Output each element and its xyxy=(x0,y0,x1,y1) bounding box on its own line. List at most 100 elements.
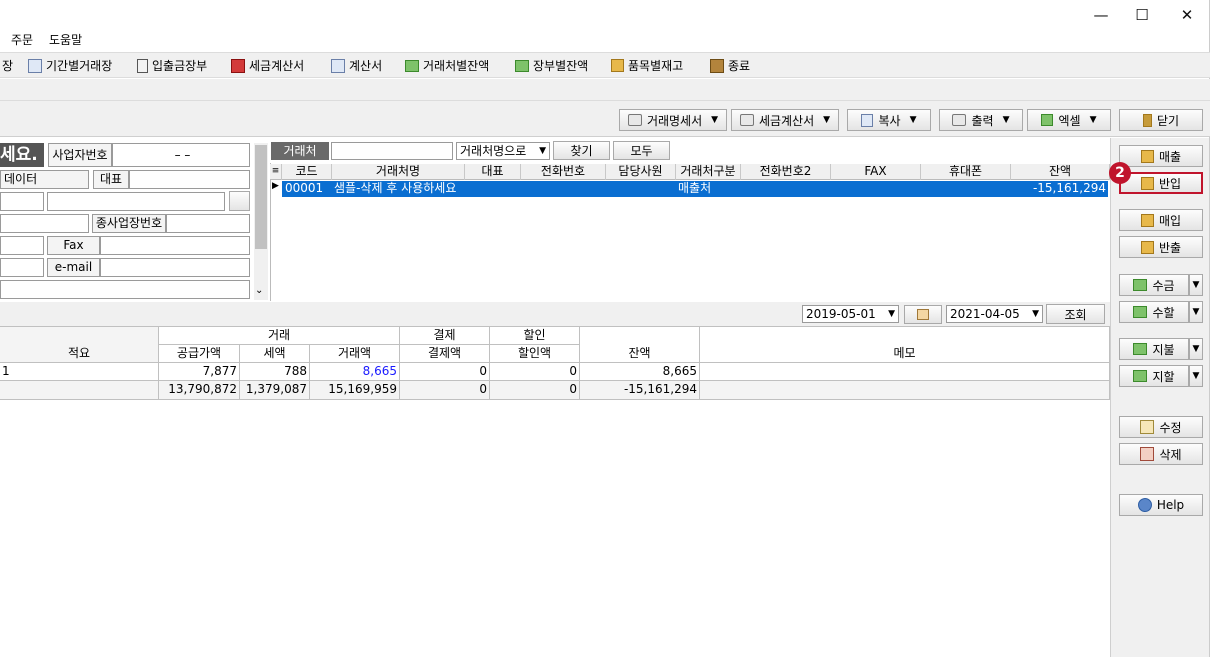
chevron-down-icon[interactable]: ▼ xyxy=(1189,274,1203,296)
menu-order[interactable]: 주문 xyxy=(11,31,33,48)
chevron-down-icon: ▼ xyxy=(1032,309,1039,319)
address-search-icon[interactable] xyxy=(229,191,250,211)
phone-field[interactable] xyxy=(0,236,44,255)
col-name[interactable]: 거래처명 xyxy=(332,164,465,180)
chevron-down-icon[interactable]: ▼ xyxy=(1189,365,1203,387)
address-field[interactable] xyxy=(47,192,225,211)
window-icon xyxy=(28,58,42,73)
date-from-select[interactable]: 2019-05-01 ▼ xyxy=(802,305,899,323)
toolbar-label: 품목별재고 xyxy=(628,59,684,73)
search-mode-select[interactable]: 거래처명으로 ▼ xyxy=(456,142,550,160)
total-balance: -15,161,294 xyxy=(580,381,700,400)
calendar-glyph-icon xyxy=(917,309,929,320)
grid-menu-icon[interactable]: ≡ xyxy=(270,164,282,180)
find-button[interactable]: 찾기 xyxy=(553,141,610,160)
col-fax[interactable]: FAX xyxy=(831,164,921,180)
client-search-input[interactable] xyxy=(331,142,453,160)
close-icon[interactable]: ✕ xyxy=(1164,0,1210,30)
fax-field[interactable] xyxy=(100,236,250,255)
date-to-value: 2021-04-05 xyxy=(950,307,1020,321)
col-phone[interactable]: 전화번호 xyxy=(521,164,606,180)
sub-field[interactable] xyxy=(0,214,89,233)
statement-button[interactable]: 거래명세서 ▼ xyxy=(619,109,727,131)
col-rep[interactable]: 대표 xyxy=(465,164,521,180)
rep-label: 대표 xyxy=(93,170,129,189)
chevron-down-icon[interactable]: ▼ xyxy=(1189,338,1203,360)
toolbar-strip xyxy=(0,79,1210,101)
tax-invoice-button[interactable]: 세금계산서 ▼ xyxy=(731,109,839,131)
col-type[interactable]: 거래처구분 xyxy=(676,164,741,180)
menu-help[interactable]: 도움말 xyxy=(49,31,82,48)
col-balance[interactable]: 잔액 xyxy=(1011,164,1110,180)
toolbar-label: 기간별거래장 xyxy=(46,59,113,73)
all-button[interactable]: 모두 xyxy=(613,141,670,160)
cell-memo[interactable] xyxy=(700,363,1110,381)
sales-button[interactable]: 매출 xyxy=(1119,145,1203,167)
toolbar-item-book-balance[interactable]: 장부별잔액 xyxy=(515,57,588,74)
rep-field[interactable] xyxy=(129,170,250,189)
zip-field[interactable] xyxy=(0,192,44,211)
col-staff[interactable]: 담당사원 xyxy=(606,164,676,180)
minimize-icon[interactable]: — xyxy=(1078,0,1124,30)
toolbar-item-ledger[interactable]: 장 xyxy=(2,57,13,74)
col-phone2[interactable]: 전화번호2 xyxy=(741,164,831,180)
toolbar-item-invoice[interactable]: 계산서 xyxy=(331,57,382,74)
button-label: 지불 xyxy=(1152,342,1175,357)
receive-discount-button[interactable]: 수할 xyxy=(1119,301,1189,323)
close-button[interactable]: 닫기 xyxy=(1119,109,1203,131)
step-badge: 2 xyxy=(1109,162,1131,184)
cell-discount[interactable]: 0 xyxy=(490,363,580,381)
toolbar-item-period-ledger[interactable]: 기간별거래장 xyxy=(28,57,112,74)
button-label: 삭제 xyxy=(1159,447,1182,462)
delete-button[interactable]: 삭제 xyxy=(1119,443,1203,465)
toolbar-item-tax-invoice[interactable]: 세금계산서 xyxy=(231,57,304,74)
toolbar-item-exit[interactable]: 종료 xyxy=(710,57,750,74)
chevron-down-icon[interactable]: ⌄ xyxy=(255,285,263,296)
purchase-return-button[interactable]: 반출 xyxy=(1119,236,1203,258)
excel-button[interactable]: 엑셀 ▼ xyxy=(1027,109,1111,131)
col-summary: 적요 xyxy=(0,345,159,363)
help-button[interactable]: Help xyxy=(1119,494,1203,516)
button-label: 세금계산서 xyxy=(758,113,815,128)
copy-button[interactable]: 복사 ▼ xyxy=(847,109,931,131)
date-to-select[interactable]: 2021-04-05 ▼ xyxy=(946,305,1043,323)
sub-biz-field[interactable] xyxy=(166,214,250,233)
col-code[interactable]: 코드 xyxy=(282,164,332,180)
scrollbar[interactable]: ⌄ xyxy=(254,143,268,300)
cell-tax[interactable]: 788 xyxy=(240,363,310,381)
cell-balance[interactable]: 8,665 xyxy=(580,363,700,381)
print-button[interactable]: 출력 ▼ xyxy=(939,109,1023,131)
col-mobile[interactable]: 휴대폰 xyxy=(921,164,1011,180)
chevron-down-icon[interactable]: ▼ xyxy=(1189,301,1203,323)
tab-client[interactable]: 거래처 xyxy=(271,142,329,160)
toolbar-item-cashbook[interactable]: 입출금장부 xyxy=(137,57,207,74)
toolbar-label: 종료 xyxy=(728,59,751,73)
biz-no-field[interactable]: – – xyxy=(112,143,250,167)
email-label: e-mail xyxy=(47,258,100,277)
toolbar-item-item-stock[interactable]: 품목별재고 xyxy=(611,57,683,74)
col-paid: 결제액 xyxy=(400,345,490,363)
sales-return-button[interactable]: 반입 xyxy=(1119,172,1203,194)
cell-summary[interactable]: 1 xyxy=(0,363,159,381)
cell-amount[interactable]: 8,665 xyxy=(310,363,400,381)
scrollbar-thumb[interactable] xyxy=(255,145,267,249)
maximize-icon[interactable]: ☐ xyxy=(1119,0,1165,30)
pay-discount-button[interactable]: 지할 xyxy=(1119,365,1189,387)
mobile-field[interactable] xyxy=(0,258,44,277)
table-row[interactable]: 00001 샘플-삭제 후 사용하세요 매출처 -15,161,294 xyxy=(282,181,1108,197)
cell-supply[interactable]: 7,877 xyxy=(159,363,240,381)
calendar-icon[interactable] xyxy=(904,305,942,324)
purchase-button[interactable]: 매입 xyxy=(1119,209,1203,231)
query-button[interactable]: 조회 xyxy=(1046,304,1105,324)
cell-paid[interactable]: 0 xyxy=(400,363,490,381)
button-label: 매출 xyxy=(1158,149,1182,164)
calculator-icon xyxy=(137,58,148,73)
edit-button[interactable]: 수정 xyxy=(1119,416,1203,438)
pay-button[interactable]: 지불 xyxy=(1119,338,1189,360)
money-icon xyxy=(1133,306,1148,318)
toolbar-label: 입출금장부 xyxy=(152,59,208,73)
email-field[interactable] xyxy=(100,258,250,277)
toolbar-item-client-balance[interactable]: 거래처별잔액 xyxy=(405,57,489,74)
receive-button[interactable]: 수금 xyxy=(1119,274,1189,296)
note-field[interactable] xyxy=(0,280,250,299)
